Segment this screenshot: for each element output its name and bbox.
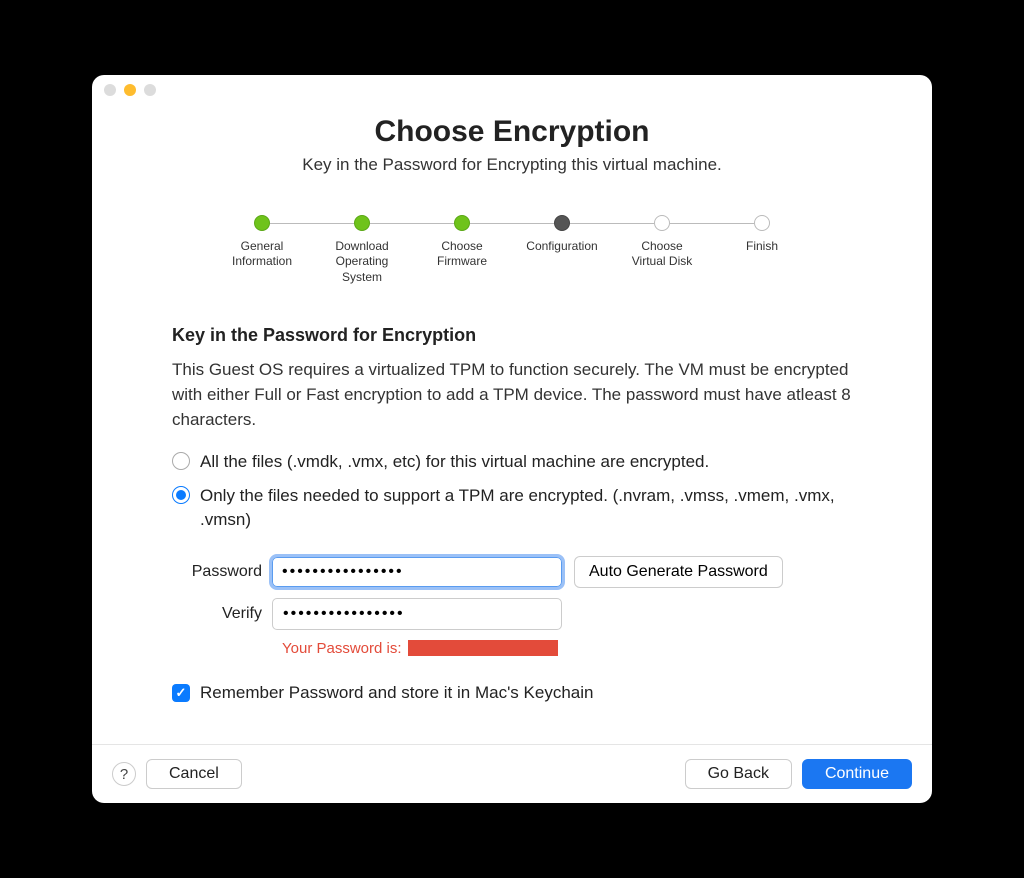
radio-fast-encryption[interactable]: Only the files needed to support a TPM a…: [172, 484, 852, 532]
step-label: GeneralInformation: [232, 239, 292, 270]
encryption-section: Key in the Password for Encryption This …: [132, 325, 892, 704]
step-download-os: DownloadOperatingSystem: [312, 215, 412, 286]
window-close-button[interactable]: [104, 84, 116, 96]
password-hint-text: Your Password is:: [282, 640, 402, 657]
continue-button[interactable]: Continue: [802, 759, 912, 789]
step-finish: Finish: [712, 215, 812, 255]
window-zoom-button[interactable]: [144, 84, 156, 96]
titlebar: [92, 75, 932, 105]
step-label: DownloadOperatingSystem: [335, 239, 388, 286]
help-button[interactable]: ?: [112, 762, 136, 786]
section-body: This Guest OS requires a virtualized TPM…: [172, 358, 852, 432]
radio-icon: [172, 452, 190, 470]
step-label: ChooseVirtual Disk: [632, 239, 692, 270]
step-general-information: GeneralInformation: [212, 215, 312, 270]
verify-label: Verify: [172, 605, 272, 623]
step-dot-current-icon: [554, 215, 570, 231]
password-input[interactable]: [272, 557, 562, 587]
dialog-footer: ? Cancel Go Back Continue: [92, 744, 932, 803]
password-hint: Your Password is:: [282, 640, 852, 657]
step-label: Configuration: [526, 239, 597, 255]
password-label: Password: [172, 563, 272, 581]
window-minimize-button[interactable]: [124, 84, 136, 96]
cancel-button[interactable]: Cancel: [146, 759, 242, 789]
wizard-window: Choose Encryption Key in the Password fo…: [92, 75, 932, 804]
page-title: Choose Encryption: [132, 115, 892, 149]
radio-full-encryption[interactable]: All the files (.vmdk, .vmx, etc) for thi…: [172, 450, 852, 474]
step-label: Finish: [746, 239, 778, 255]
radio-label: Only the files needed to support a TPM a…: [200, 484, 852, 532]
password-form: Password Auto Generate Password Verify Y…: [172, 556, 852, 657]
step-dot-future-icon: [654, 215, 670, 231]
checkbox-label: Remember Password and store it in Mac's …: [200, 681, 593, 705]
step-label: ChooseFirmware: [437, 239, 487, 270]
step-dot-done-icon: [254, 215, 270, 231]
verify-password-input[interactable]: [272, 598, 562, 630]
section-heading: Key in the Password for Encryption: [172, 325, 852, 346]
password-redacted: [408, 640, 558, 656]
remember-password-checkbox[interactable]: ✓ Remember Password and store it in Mac'…: [172, 681, 852, 705]
step-configuration: Configuration: [512, 215, 612, 255]
step-dot-done-icon: [454, 215, 470, 231]
step-dot-done-icon: [354, 215, 370, 231]
step-dot-future-icon: [754, 215, 770, 231]
checkbox-checked-icon: ✓: [172, 684, 190, 702]
radio-label: All the files (.vmdk, .vmx, etc) for thi…: [200, 450, 709, 474]
content-area: Choose Encryption Key in the Password fo…: [92, 115, 932, 745]
wizard-stepper: GeneralInformation DownloadOperatingSyst…: [132, 215, 892, 286]
radio-selected-icon: [172, 486, 190, 504]
go-back-button[interactable]: Go Back: [685, 759, 792, 789]
auto-generate-password-button[interactable]: Auto Generate Password: [574, 556, 783, 588]
page-subtitle: Key in the Password for Encrypting this …: [132, 155, 892, 175]
